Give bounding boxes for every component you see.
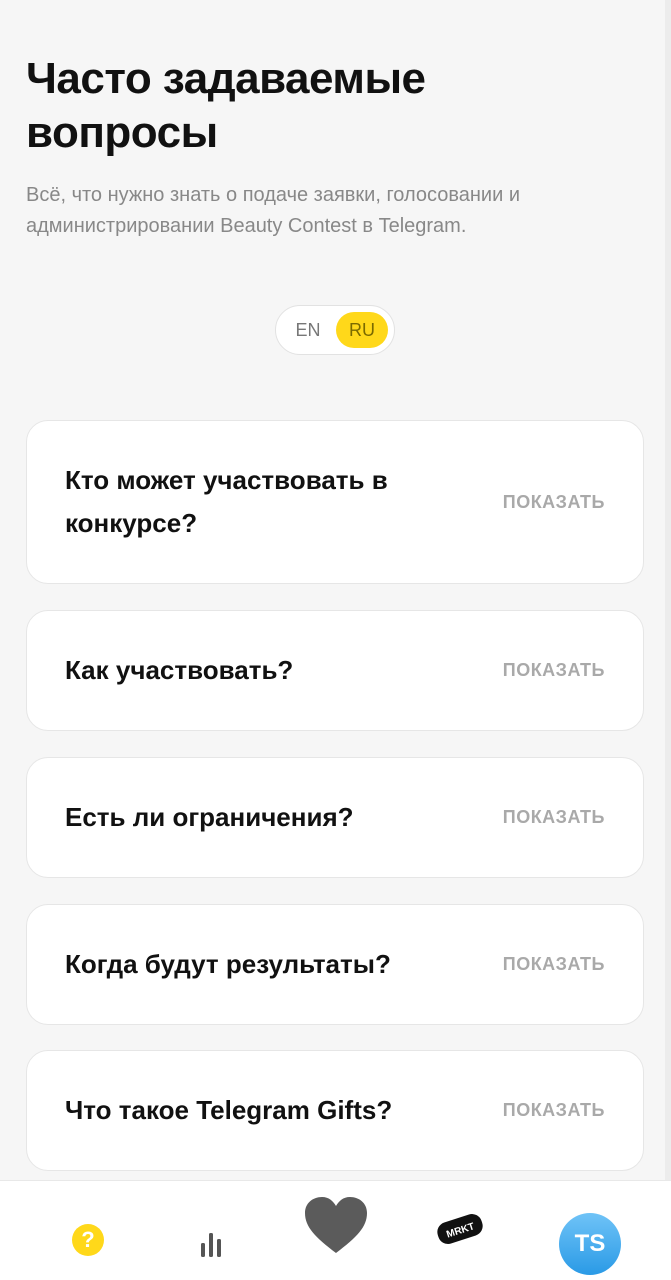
faq-question: Когда будут результаты?	[65, 949, 391, 979]
lang-en-button[interactable]: EN	[282, 312, 334, 348]
faq-question: Что такое Telegram Gifts?	[65, 1095, 393, 1125]
page-title: Часто задаваемые вопросы	[26, 54, 426, 157]
faq-show-toggle[interactable]: ПОКАЗАТЬ	[503, 492, 605, 513]
faq-show-toggle[interactable]: ПОКАЗАТЬ	[503, 660, 605, 681]
avatar[interactable]: TS	[559, 1213, 621, 1275]
language-toggle: EN RU	[275, 305, 395, 355]
page-subtitle: Всё, что нужно знать о подаче заявки, го…	[26, 184, 520, 237]
faq-item-limitations[interactable]: Есть ли ограничения? ПОКАЗАТЬ	[26, 757, 644, 878]
faq-item-results[interactable]: Когда будут результаты? ПОКАЗАТЬ	[26, 904, 644, 1025]
faq-question: Кто может участвовать в конкурсе?	[65, 465, 388, 538]
faq-item-telegram-gifts[interactable]: Что такое Telegram Gifts? ПОКАЗАТЬ	[26, 1050, 644, 1171]
lang-ru-button[interactable]: RU	[336, 312, 388, 348]
stats-icon[interactable]	[200, 1231, 222, 1257]
avatar-initials: TS	[574, 1230, 606, 1257]
market-badge: MRKT	[437, 1214, 483, 1244]
faq-question: Как участвовать?	[65, 655, 294, 685]
market-icon[interactable]: MRKT	[432, 1211, 488, 1247]
faq-show-toggle[interactable]: ПОКАЗАТЬ	[503, 954, 605, 975]
faq-show-toggle[interactable]: ПОКАЗАТЬ	[503, 807, 605, 828]
help-glyph: ?	[81, 1227, 95, 1252]
scrollbar[interactable]	[665, 0, 671, 1180]
help-icon[interactable]: ?	[72, 1224, 104, 1256]
bar-chart-icon	[201, 1233, 221, 1257]
heart-shape	[305, 1197, 367, 1253]
faq-question: Есть ли ограничения?	[65, 802, 354, 832]
faq-show-toggle[interactable]: ПОКАЗАТЬ	[503, 1100, 605, 1121]
heart-icon[interactable]	[303, 1195, 369, 1255]
bottom-navigation: ? MRKT TS	[0, 1180, 671, 1280]
faq-item-who-can-participate[interactable]: Кто может участвовать в конкурсе? ПОКАЗА…	[26, 420, 644, 584]
faq-item-how-to-participate[interactable]: Как участвовать? ПОКАЗАТЬ	[26, 610, 644, 731]
